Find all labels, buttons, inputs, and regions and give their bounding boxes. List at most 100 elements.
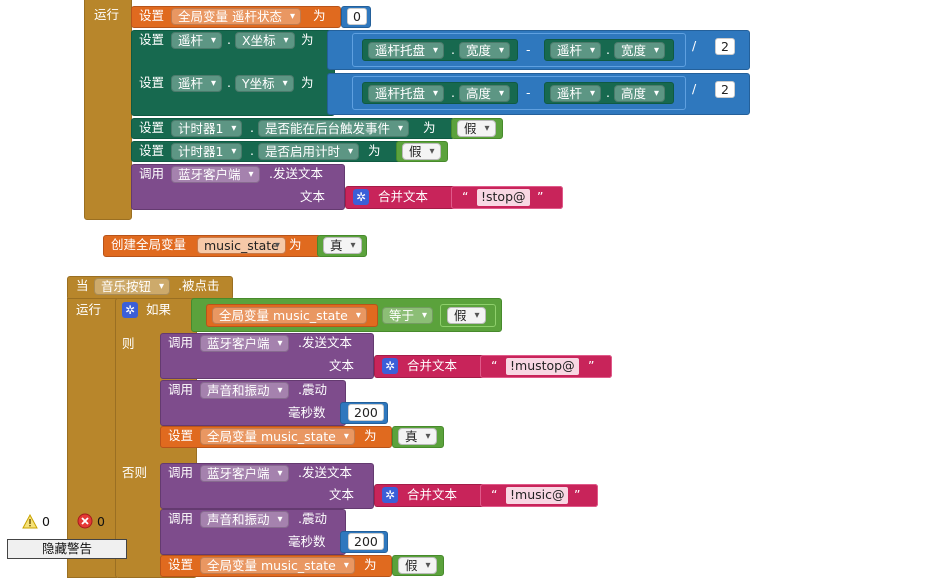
gear-icon[interactable]: ✲: [353, 189, 369, 205]
dot-label: .: [606, 85, 610, 100]
component-dropdown-joystick[interactable]: 遥杆: [550, 85, 602, 102]
property-dropdown-y[interactable]: Y坐标: [235, 75, 294, 92]
set-label: 设置: [168, 428, 194, 443]
component-dropdown-joystick[interactable]: 遥杆: [550, 42, 602, 59]
method-label: .发送文本: [298, 465, 352, 480]
call-label: 调用: [168, 511, 194, 526]
gear-icon[interactable]: ✲: [382, 487, 398, 503]
minus-label: -: [526, 85, 531, 100]
component-dropdown-joystick[interactable]: 遥杆: [171, 32, 223, 49]
call-label: 调用: [168, 382, 194, 397]
quote-close: ”: [574, 487, 581, 502]
when-label: 当: [76, 278, 89, 293]
number-value[interactable]: 2: [715, 81, 735, 98]
boolean-dropdown[interactable]: 真: [398, 428, 437, 445]
event-body: [67, 298, 117, 578]
param-ms-label: 毫秒数: [288, 405, 326, 420]
global-var-dropdown[interactable]: 全局变量 music_state: [200, 428, 355, 445]
run-label: 运行: [76, 302, 102, 317]
set-label: 设置: [139, 75, 165, 90]
to-label: 为: [301, 32, 314, 47]
set-label: 设置: [139, 143, 165, 158]
boolean-dropdown[interactable]: 假: [398, 557, 437, 574]
to-label: 为: [313, 8, 326, 23]
text-value[interactable]: !stop@: [477, 189, 530, 206]
number-value[interactable]: 200: [348, 533, 384, 550]
set-label: 设置: [168, 557, 194, 572]
component-dropdown-music-button[interactable]: 音乐按钮: [94, 278, 171, 295]
to-label: 为: [301, 75, 314, 90]
init-global-label: 创建全局变量: [111, 237, 187, 252]
quote-open: “: [462, 189, 469, 204]
component-dropdown-timer[interactable]: 计时器1: [171, 143, 243, 160]
gear-icon[interactable]: ✲: [122, 302, 138, 318]
warning-icon: [22, 514, 38, 529]
to-label: 为: [423, 120, 436, 135]
event-name-label: .被点击: [178, 278, 220, 293]
dot-label: .: [451, 85, 455, 100]
global-var-dropdown[interactable]: 全局变量 遥杆状态: [171, 8, 301, 25]
set-label: 设置: [139, 120, 165, 135]
method-label: .发送文本: [269, 166, 323, 181]
error-icon: [77, 513, 93, 529]
global-var-dropdown[interactable]: 全局变量 music_state: [200, 557, 355, 574]
param-text-label: 文本: [329, 358, 355, 373]
property-dropdown-x[interactable]: X坐标: [235, 32, 295, 49]
quote-open: “: [491, 358, 498, 373]
quote-close: ”: [588, 358, 595, 373]
to-label: 为: [368, 143, 381, 158]
to-label: 为: [364, 428, 377, 443]
boolean-dropdown[interactable]: 真: [323, 237, 362, 254]
property-dropdown-height[interactable]: 高度: [459, 85, 511, 102]
event-block-top[interactable]: [84, 0, 132, 220]
call-label: 调用: [168, 335, 194, 350]
dot-label: .: [451, 42, 455, 57]
component-dropdown-base[interactable]: 遥杆托盘: [368, 42, 445, 59]
property-dropdown-timer-enabled[interactable]: 是否启用计时: [258, 143, 360, 160]
join-label: 合并文本: [407, 358, 458, 373]
number-value[interactable]: 200: [348, 404, 384, 421]
divide-label: /: [692, 81, 697, 96]
quote-open: “: [491, 487, 498, 502]
global-var-dropdown[interactable]: 全局变量 music_state: [212, 307, 367, 324]
divide-label: /: [692, 38, 697, 53]
property-dropdown-width[interactable]: 宽度: [614, 42, 666, 59]
gear-icon[interactable]: ✲: [382, 358, 398, 374]
else-label: 否则: [122, 465, 148, 480]
property-dropdown-height[interactable]: 高度: [614, 85, 666, 102]
dot-label: .: [250, 143, 254, 158]
property-dropdown-width[interactable]: 宽度: [459, 42, 511, 59]
text-value[interactable]: !music@: [506, 487, 569, 504]
hide-warnings-button[interactable]: 隐藏警告: [7, 539, 127, 559]
error-indicator[interactable]: 0: [77, 513, 117, 531]
param-text-label: 文本: [329, 487, 355, 502]
compare-operator-dropdown[interactable]: 等于: [382, 307, 434, 324]
component-dropdown-joystick[interactable]: 遥杆: [171, 75, 223, 92]
call-label: 调用: [168, 465, 194, 480]
warning-count: 0: [42, 514, 50, 529]
component-dropdown-bt[interactable]: 蓝牙客户端: [200, 335, 289, 352]
component-dropdown-bt[interactable]: 蓝牙客户端: [171, 166, 260, 183]
component-dropdown-sound[interactable]: 声音和振动: [200, 382, 289, 399]
property-dropdown-bg-fire[interactable]: 是否能在后台触发事件: [258, 120, 410, 137]
component-dropdown-sound[interactable]: 声音和振动: [200, 511, 289, 528]
then-label: 则: [122, 336, 135, 351]
warning-indicator[interactable]: 0: [22, 513, 62, 531]
quote-close: ”: [537, 189, 544, 204]
variable-name-field[interactable]: music_state: [197, 237, 286, 254]
number-value[interactable]: 0: [347, 8, 367, 25]
join-label: 合并文本: [378, 189, 429, 204]
text-value[interactable]: !mustop@: [506, 358, 579, 375]
component-dropdown-base[interactable]: 遥杆托盘: [368, 85, 445, 102]
boolean-dropdown[interactable]: 假: [402, 143, 441, 160]
dot-label: .: [606, 42, 610, 57]
error-count: 0: [97, 514, 105, 529]
join-label: 合并文本: [407, 487, 458, 502]
component-dropdown-bt[interactable]: 蓝牙客户端: [200, 465, 289, 482]
param-text-label: 文本: [300, 189, 326, 204]
boolean-dropdown[interactable]: 假: [457, 120, 496, 137]
method-label: .震动: [298, 511, 327, 526]
number-value[interactable]: 2: [715, 38, 735, 55]
component-dropdown-timer[interactable]: 计时器1: [171, 120, 243, 137]
boolean-dropdown[interactable]: 假: [447, 307, 486, 324]
